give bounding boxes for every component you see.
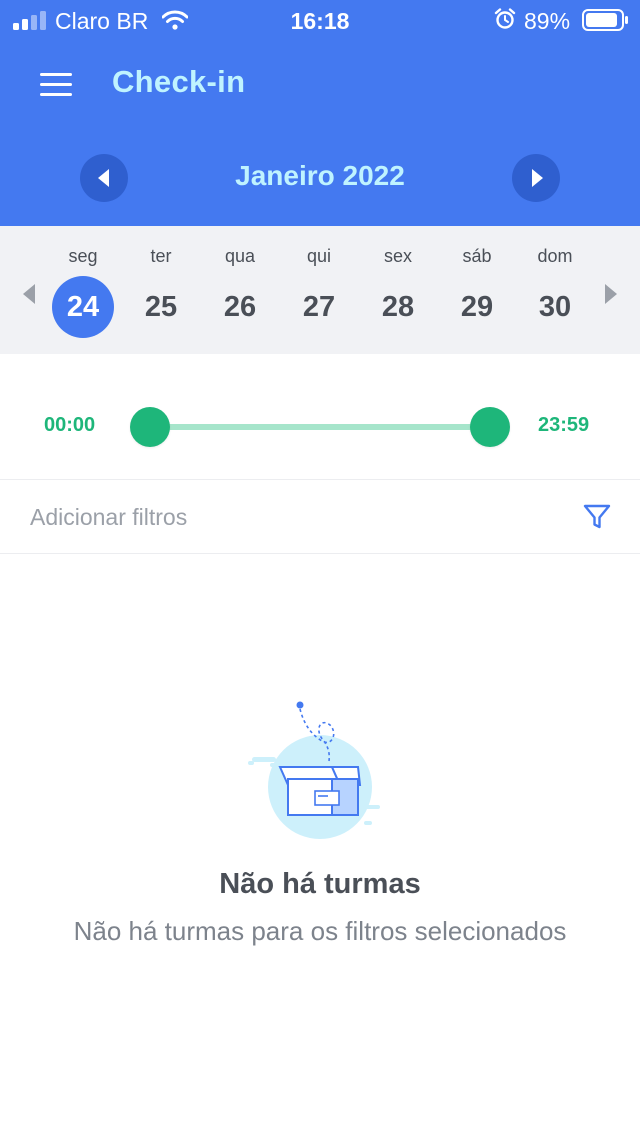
empty-box-icon xyxy=(248,701,380,839)
day-number: 25 xyxy=(144,291,178,323)
status-bar: Claro BR 16:18 89% xyxy=(0,0,640,42)
triangle-right-icon[interactable] xyxy=(604,282,618,306)
day-number: 28 xyxy=(381,291,415,323)
slider-track[interactable] xyxy=(150,424,490,430)
day-mon[interactable]: seg 24 xyxy=(46,226,120,354)
empty-state-subtitle: Não há turmas para os filtros selecionad… xyxy=(73,916,567,946)
day-wed[interactable]: qua 26 xyxy=(203,226,277,354)
day-sun[interactable]: dom 30 xyxy=(518,226,592,354)
day-fri[interactable]: sex 28 xyxy=(361,226,435,354)
app-header: Claro BR 16:18 89% Check-in Janeiro 2022 xyxy=(0,0,640,226)
day-name: dom xyxy=(537,246,573,266)
day-thu[interactable]: qui 27 xyxy=(282,226,356,354)
day-name: qui xyxy=(306,246,332,266)
battery-icon xyxy=(582,9,628,31)
hamburger-icon[interactable] xyxy=(40,72,72,98)
alarm-icon xyxy=(494,8,516,29)
day-name: sáb xyxy=(462,246,492,266)
day-sat[interactable]: sáb 29 xyxy=(440,226,514,354)
day-number: 30 xyxy=(538,291,572,323)
add-filters-row[interactable]: Adicionar filtros xyxy=(0,480,640,554)
time-end: 23:59 xyxy=(538,414,590,436)
day-name: ter xyxy=(150,246,172,266)
page-title: Check-in xyxy=(112,64,246,99)
day-name: sex xyxy=(383,246,412,266)
add-filters-label: Adicionar filtros xyxy=(30,504,188,530)
funnel-icon[interactable] xyxy=(582,502,612,532)
day-number: 24 xyxy=(52,276,114,338)
week-strip: seg 24 ter 25 qua 26 qui 27 sex 28 sáb 2… xyxy=(0,226,640,354)
slider-end-handle[interactable] xyxy=(470,407,510,447)
time-range-slider: 00:00 23:59 xyxy=(0,354,640,480)
month-next-button[interactable] xyxy=(512,154,560,202)
time-start: 00:00 xyxy=(44,414,96,436)
day-tue[interactable]: ter 25 xyxy=(124,226,198,354)
slider-start-handle[interactable] xyxy=(130,407,170,447)
day-number: 29 xyxy=(460,291,494,323)
day-name: qua xyxy=(224,246,256,266)
battery-percent: 89% xyxy=(524,8,571,34)
day-name: seg xyxy=(68,246,98,266)
chevron-right-icon xyxy=(532,169,543,187)
triangle-left-icon[interactable] xyxy=(22,282,36,306)
day-number: 27 xyxy=(302,291,336,323)
day-number: 26 xyxy=(223,291,257,323)
empty-state-title: Não há turmas xyxy=(219,868,421,900)
